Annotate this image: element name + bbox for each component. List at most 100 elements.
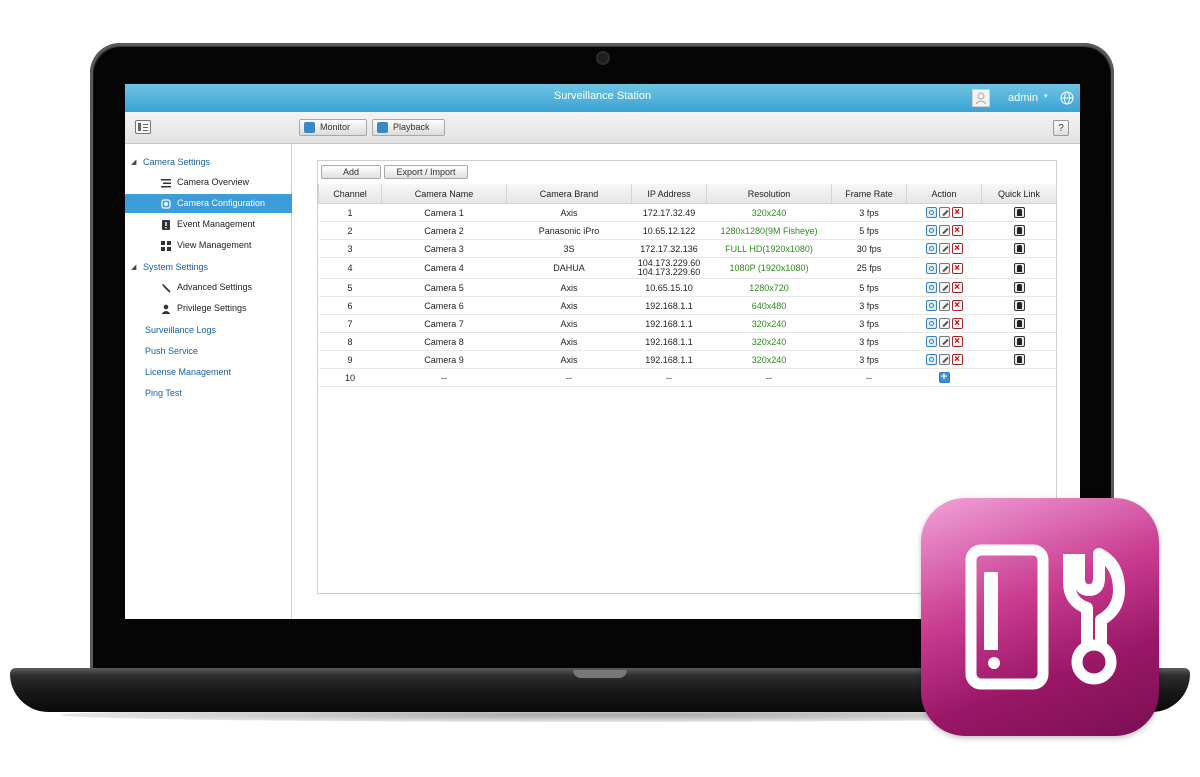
sidebar-link-push-service[interactable]: Push Service	[145, 346, 198, 356]
sidebar-item-view-management[interactable]: View Management	[125, 236, 292, 255]
quick-link-icon[interactable]	[1013, 282, 1025, 294]
delete-icon[interactable]: ×	[951, 300, 963, 312]
delete-icon[interactable]: ×	[951, 354, 963, 366]
edit-icon[interactable]	[938, 282, 950, 294]
table-row[interactable]: 7 Camera 7 Axis 192.168.1.1 320x240 3 fps ×	[318, 314, 1057, 333]
edit-icon[interactable]	[938, 300, 950, 312]
monitor-button[interactable]: Monitor	[299, 119, 367, 136]
quick-link-icon[interactable]	[1013, 354, 1025, 366]
column-header-camera-name[interactable]: Camera Name	[381, 184, 507, 204]
edit-icon[interactable]	[938, 354, 950, 366]
column-header-resolution[interactable]: Resolution	[706, 184, 832, 204]
edit-icon[interactable]	[938, 318, 950, 330]
cell-camera-name: Camera 6	[381, 296, 507, 315]
table-row[interactable]: 3 Camera 3 3S 172.17.32.136 FULL HD(1920x108…	[318, 239, 1057, 258]
table-row[interactable]: 9 Camera 9 Axis 192.168.1.1 320x240 3 fps ×	[318, 350, 1057, 369]
export-import-button[interactable]: Export / Import	[384, 165, 468, 179]
sidebar-item-advanced-settings[interactable]: Advanced Settings	[125, 278, 292, 297]
cell-camera-name: Camera 4	[381, 257, 507, 279]
delete-icon[interactable]: ×	[951, 318, 963, 330]
table-row[interactable]: 2 Camera 2 Panasonic iPro 10.65.12.122 1280x…	[318, 221, 1057, 240]
cell-ip-address: 104.173.229.60 104.173.229.60	[631, 257, 707, 279]
globe-icon[interactable]	[1060, 91, 1074, 105]
cell-resolution: 320x240	[706, 314, 832, 333]
edit-icon[interactable]	[938, 336, 950, 348]
quick-link-icon[interactable]	[1013, 318, 1025, 330]
column-header-channel[interactable]: Channel	[318, 184, 382, 204]
cell-frame-rate: 3 fps	[831, 332, 907, 351]
edit-icon[interactable]	[938, 243, 950, 255]
playback-button[interactable]: Playback	[372, 119, 445, 136]
quick-link-icon[interactable]	[1013, 207, 1025, 219]
sidebar-item-camera-overview[interactable]: Camera Overview	[125, 173, 292, 192]
cell-channel: 8	[318, 332, 382, 351]
cell-action: ×	[906, 257, 982, 279]
user-menu[interactable]: admin	[1008, 92, 1038, 104]
menu-icon[interactable]	[135, 120, 151, 134]
configure-icon[interactable]	[925, 207, 937, 219]
sidebar-item-privilege-settings[interactable]: Privilege Settings	[125, 299, 292, 318]
configure-icon[interactable]	[925, 243, 937, 255]
list-icon	[161, 179, 171, 188]
collapse-arrow-icon[interactable]: ◢	[131, 158, 136, 166]
table-row-empty[interactable]: 10 -- -- -- -- -- +	[318, 368, 1057, 387]
column-header-ip-address[interactable]: IP Address	[631, 184, 707, 204]
delete-icon[interactable]: ×	[951, 336, 963, 348]
table-row[interactable]: 8 Camera 8 Axis 192.168.1.1 320x240 3 fps ×	[318, 332, 1057, 351]
sidebar-link-surveillance-logs[interactable]: Surveillance Logs	[145, 325, 216, 335]
cell-channel: 1	[318, 203, 382, 222]
table-row[interactable]: 5 Camera 5 Axis 10.65.15.10 1280x720 5 fps ×	[318, 278, 1057, 297]
sidebar-item-label: Advanced Settings	[177, 282, 253, 292]
sidebar-link-ping-test[interactable]: Ping Test	[145, 388, 182, 398]
cell-frame-rate: --	[831, 368, 907, 387]
cell-resolution: 320x240	[706, 332, 832, 351]
configure-icon[interactable]	[925, 225, 937, 237]
edit-icon[interactable]	[938, 207, 950, 219]
edit-icon[interactable]	[938, 262, 950, 274]
cell-channel: 4	[318, 257, 382, 279]
configure-icon[interactable]	[925, 262, 937, 274]
delete-icon[interactable]: ×	[951, 207, 963, 219]
cell-camera-brand: Axis	[506, 296, 632, 315]
configure-icon[interactable]	[925, 318, 937, 330]
cell-camera-brand: DAHUA	[506, 257, 632, 279]
cell-frame-rate: 30 fps	[831, 239, 907, 258]
user-avatar-icon[interactable]	[972, 89, 990, 107]
cell-camera-brand: --	[506, 368, 632, 387]
delete-icon[interactable]: ×	[951, 243, 963, 255]
delete-icon[interactable]: ×	[951, 282, 963, 294]
quick-link-icon[interactable]	[1013, 243, 1025, 255]
column-header-frame-rate[interactable]: Frame Rate	[831, 184, 907, 204]
quick-link-icon[interactable]	[1013, 300, 1025, 312]
quick-link-icon[interactable]	[1013, 262, 1025, 274]
camera-table: Channel Camera Name Camera Brand IP Addr…	[318, 184, 1057, 387]
sidebar-group-system-settings[interactable]: ◢ System Settings	[131, 262, 208, 272]
sidebar-item-camera-configuration[interactable]: Camera Configuration	[125, 194, 292, 213]
sidebar-item-label: Camera Configuration	[177, 198, 266, 208]
configure-icon[interactable]	[925, 282, 937, 294]
help-button[interactable]: ?	[1053, 120, 1069, 136]
delete-icon[interactable]: ×	[951, 262, 963, 274]
sidebar-group-camera-settings[interactable]: ◢ Camera Settings	[131, 157, 210, 167]
quick-link-icon[interactable]	[1013, 336, 1025, 348]
add-camera-button[interactable]: Add	[321, 165, 381, 179]
edit-icon[interactable]	[938, 225, 950, 237]
sidebar-link-license-management[interactable]: License Management	[145, 367, 231, 377]
configure-icon[interactable]	[925, 300, 937, 312]
delete-icon[interactable]: ×	[951, 225, 963, 237]
add-camera-icon[interactable]: +	[938, 372, 950, 384]
sidebar-item-event-management[interactable]: Event Management	[125, 215, 292, 234]
table-row[interactable]: 1 Camera 1 Axis 172.17.32.49 320x240 3 fps ×	[318, 203, 1057, 222]
quick-link-icon[interactable]	[1013, 225, 1025, 237]
configure-icon[interactable]	[925, 354, 937, 366]
column-header-camera-brand[interactable]: Camera Brand	[506, 184, 632, 204]
cell-camera-name: Camera 1	[381, 203, 507, 222]
table-row[interactable]: 6 Camera 6 Axis 192.168.1.1 640x480 3 fps ×	[318, 296, 1057, 315]
user-menu-caret-icon[interactable]: ▾	[1044, 92, 1048, 100]
playback-icon	[377, 122, 388, 133]
cell-quick-link	[981, 350, 1057, 369]
configure-icon[interactable]	[925, 336, 937, 348]
table-row[interactable]: 4 Camera 4 DAHUA 104.173.229.60 104.173.229.…	[318, 257, 1057, 279]
collapse-arrow-icon[interactable]: ◢	[131, 263, 136, 271]
cell-resolution: --	[706, 368, 832, 387]
